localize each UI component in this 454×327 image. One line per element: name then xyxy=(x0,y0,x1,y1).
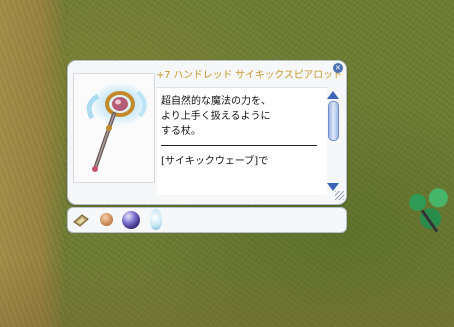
item-description-window[interactable]: +7 ハンドレッド サイキックスピアロッド × 超自然的な魔法の力を、 より上手… xyxy=(67,60,347,205)
item-description: 超自然的な魔法の力を、 より上手く扱えるように する杖。 [サイキックウェーブ]… xyxy=(157,87,327,195)
description-line: 超自然的な魔法の力を、 xyxy=(161,96,271,107)
scroll-up-arrow-icon[interactable] xyxy=(327,91,339,99)
dark-purple-orb-icon[interactable] xyxy=(122,211,140,229)
description-line: する杖。 xyxy=(161,126,201,137)
card-slot-bar xyxy=(67,207,347,233)
staff-icon xyxy=(86,82,150,172)
description-line: より上手く扱えるように xyxy=(161,111,271,122)
scroll-thumb[interactable] xyxy=(328,101,339,141)
divider xyxy=(161,145,317,146)
scrollbar[interactable] xyxy=(326,91,340,195)
bronze-orb-icon[interactable] xyxy=(100,213,113,226)
ground-shade xyxy=(0,257,454,327)
item-illustration xyxy=(73,73,155,183)
scroll-down-arrow-icon[interactable] xyxy=(327,183,339,191)
effect-line: [サイキックウェーブ]で xyxy=(161,156,269,167)
bush-sprite xyxy=(402,184,454,230)
item-title: +7 ハンドレッド サイキックスピアロッド xyxy=(156,70,342,81)
crystal-egg-icon[interactable] xyxy=(150,209,162,230)
resize-grip-icon[interactable] xyxy=(335,191,344,200)
close-icon[interactable]: × xyxy=(333,63,343,73)
card-icon[interactable] xyxy=(73,212,89,227)
